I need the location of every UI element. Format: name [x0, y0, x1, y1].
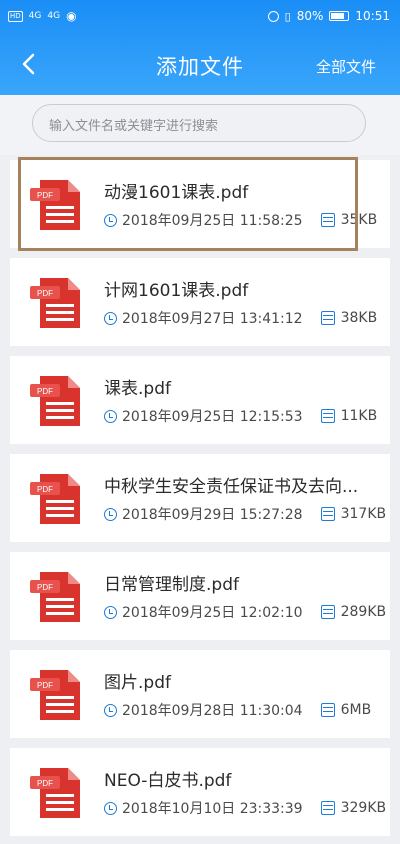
file-item[interactable]: PDF 计网1601课表.pdf 2018年09月27日 13:41:12 38…	[10, 258, 390, 346]
file-name: NEO-白皮书.pdf	[104, 771, 232, 791]
file-date: 2018年09月28日 11:30:04	[122, 703, 303, 719]
file-meta: 2018年10月10日 23:33:39 329KB	[104, 798, 386, 818]
pdf-label: PDF	[37, 387, 53, 396]
selection-highlight	[18, 157, 358, 251]
search-input[interactable]: 输入文件名或关键字进行搜索	[32, 104, 366, 142]
pdf-label: PDF	[37, 681, 53, 690]
hd-badge: HD	[8, 10, 23, 22]
signal-right: 4G	[47, 11, 61, 21]
file-name: 计网1601课表.pdf	[104, 281, 249, 301]
file-date: 2018年10月10日 23:33:39	[122, 801, 303, 817]
storage-icon	[320, 311, 335, 325]
alarm-icon	[267, 10, 279, 22]
eye-icon: ◉	[66, 9, 77, 23]
file-name: 课表.pdf	[104, 379, 171, 399]
battery-icon	[329, 11, 350, 21]
pdf-label: PDF	[37, 779, 53, 788]
file-date: 2018年09月29日 15:27:28	[122, 507, 303, 523]
all-files-button[interactable]: 全部文件	[316, 56, 376, 77]
file-size: 289KB	[340, 604, 387, 620]
signal-left: 4G	[28, 11, 42, 21]
pdf-file-icon: PDF	[30, 670, 80, 720]
pdf-label: PDF	[37, 289, 53, 298]
file-meta: 2018年09月25日 12:15:53 11KB	[104, 406, 377, 426]
clock-icon	[104, 311, 117, 325]
storage-icon	[320, 605, 335, 619]
clock-icon	[104, 703, 117, 717]
file-size: 329KB	[340, 800, 387, 816]
file-meta: 2018年09月25日 12:02:10 289KB	[104, 602, 386, 622]
pdf-file-icon: PDF	[30, 278, 80, 328]
pdf-label: PDF	[37, 583, 53, 592]
clock-icon	[104, 507, 117, 521]
battery-text: 80%	[296, 9, 324, 23]
file-item[interactable]: PDF 日常管理制度.pdf 2018年09月25日 12:02:10 289K…	[10, 552, 390, 640]
file-date: 2018年09月25日 12:15:53	[122, 409, 303, 425]
file-name: 中秋学生安全责任保证书及去向...	[104, 477, 359, 497]
clock-icon	[104, 409, 117, 423]
app-header: HD 4G 4G ◉ ▯ 80% 10:51 添加文件 全部文件	[0, 0, 400, 95]
file-meta: 2018年09月29日 15:27:28 317KB	[104, 504, 386, 524]
pdf-file-icon: PDF	[30, 572, 80, 622]
search-bar: 输入文件名或关键字进行搜索	[0, 95, 400, 155]
vibrate-icon: ▯	[284, 9, 291, 23]
status-bar: HD 4G 4G ◉ ▯ 80% 10:51	[0, 0, 400, 34]
clock-time: 10:51	[355, 9, 390, 23]
file-size: 11KB	[340, 408, 378, 424]
file-meta: 2018年09月28日 11:30:04 6MB	[104, 700, 371, 720]
pdf-file-icon: PDF	[30, 376, 80, 426]
pdf-label: PDF	[37, 485, 53, 494]
file-item[interactable]: PDF 图片.pdf 2018年09月28日 11:30:04 6MB	[10, 650, 390, 738]
file-meta: 2018年09月27日 13:41:12 38KB	[104, 308, 377, 328]
file-size: 38KB	[340, 310, 378, 326]
storage-icon	[320, 507, 335, 521]
file-name: 图片.pdf	[104, 673, 171, 693]
pdf-file-icon: PDF	[30, 768, 80, 818]
pdf-file-icon: PDF	[30, 474, 80, 524]
clock-icon	[104, 801, 117, 815]
file-name: 日常管理制度.pdf	[104, 575, 239, 595]
file-size: 6MB	[340, 702, 372, 718]
clock-icon	[104, 605, 117, 619]
storage-icon	[320, 703, 335, 717]
file-item[interactable]: PDF 课表.pdf 2018年09月25日 12:15:53 11KB	[10, 356, 390, 444]
file-date: 2018年09月27日 13:41:12	[122, 311, 303, 327]
storage-icon	[320, 801, 335, 815]
file-item[interactable]: PDF NEO-白皮书.pdf 2018年10月10日 23:33:39 329…	[10, 748, 390, 836]
file-size: 317KB	[340, 506, 387, 522]
file-item[interactable]: PDF 中秋学生安全责任保证书及去向... 2018年09月29日 15:27:…	[10, 454, 390, 542]
file-date: 2018年09月25日 12:02:10	[122, 605, 303, 621]
storage-icon	[320, 409, 335, 423]
